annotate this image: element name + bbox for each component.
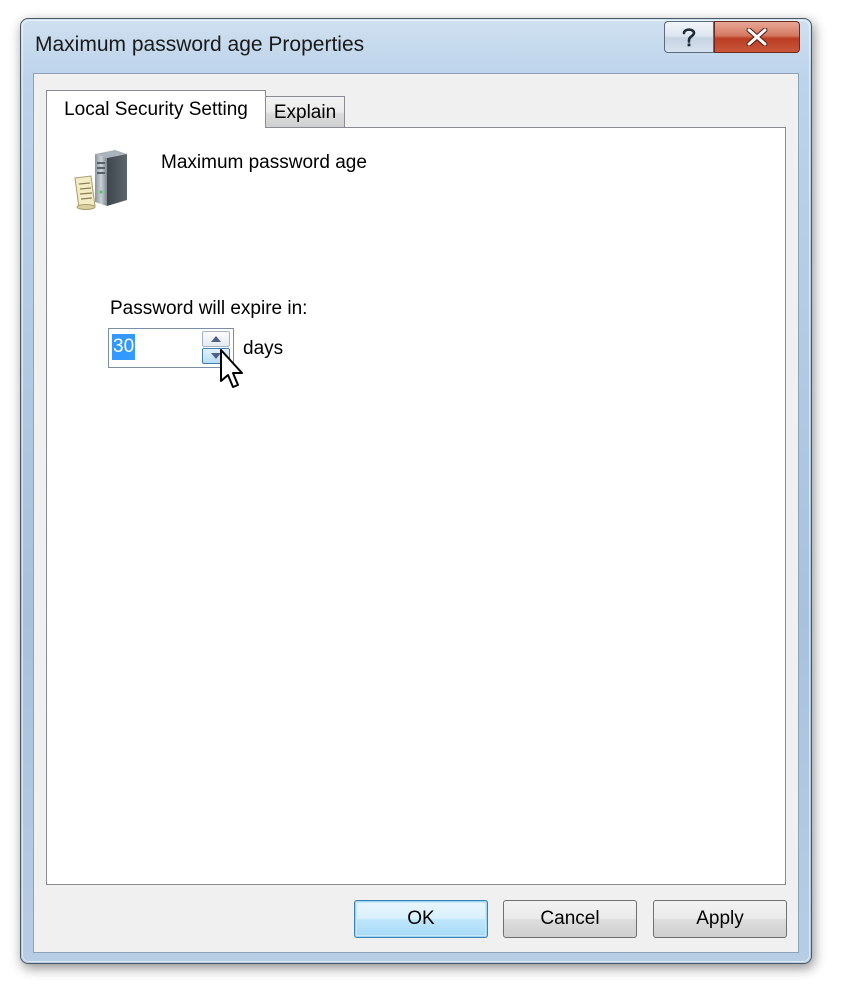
expire-days-input[interactable]: 30 [112,334,136,360]
close-x-icon [746,28,768,46]
mouse-cursor-icon [220,349,243,388]
ok-button[interactable]: OK [354,900,488,938]
expire-label: Password will expire in: [110,298,308,319]
close-button[interactable] [714,21,800,53]
cancel-button[interactable]: Cancel [503,900,637,938]
question-mark-icon [682,28,696,47]
tab-local-security-setting[interactable]: Local Security Setting [46,90,266,128]
tab-panel: Maximum password age Password will expir… [46,127,786,885]
apply-button[interactable]: Apply [653,900,787,938]
server-policy-icon [74,150,127,210]
days-unit-label: days [243,338,284,359]
dialog-client-area: Local Security Setting Explain Maximum p… [33,73,799,953]
properties-dialog: Maximum password age Properties Local Se… [20,18,812,964]
arrow-up-icon [211,336,221,342]
policy-name: Maximum password age [161,152,367,173]
spin-up-button[interactable] [202,331,230,347]
help-button[interactable] [664,21,714,53]
window-title: Maximum password age Properties [35,33,365,56]
tab-explain[interactable]: Explain [265,96,345,128]
